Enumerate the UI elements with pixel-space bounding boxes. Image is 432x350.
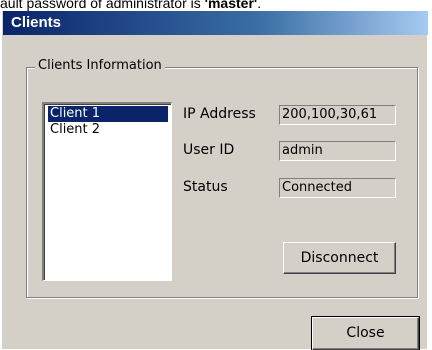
list-item-client-1[interactable]: Client 1	[48, 106, 168, 122]
ip-address-label: IP Address	[183, 106, 256, 122]
user-id-label: User ID	[183, 142, 235, 158]
list-item-client-2[interactable]: Client 2	[48, 122, 168, 138]
group-legend: Clients Information	[35, 57, 165, 75]
clients-listbox[interactable]: Client 1 Client 2	[42, 102, 172, 281]
close-button[interactable]: Close	[311, 316, 420, 350]
clients-dialog: Clients Clients Information Client 1 Cli…	[2, 11, 428, 350]
status-value: Connected	[279, 178, 396, 198]
disconnect-button[interactable]: Disconnect	[283, 242, 396, 274]
caption-prefix: ault password of administrator is	[0, 0, 205, 11]
title-bar[interactable]: Clients	[3, 11, 428, 35]
document-caption: ault password of administrator is 'maste…	[0, 0, 432, 11]
status-label: Status	[183, 179, 228, 195]
ip-address-value: 200,100,30,61	[279, 105, 396, 125]
caption-password: 'master'	[204, 0, 258, 11]
window-title: Clients	[11, 14, 62, 31]
user-id-value: admin	[279, 141, 396, 161]
caption-suffix: .	[257, 0, 262, 11]
